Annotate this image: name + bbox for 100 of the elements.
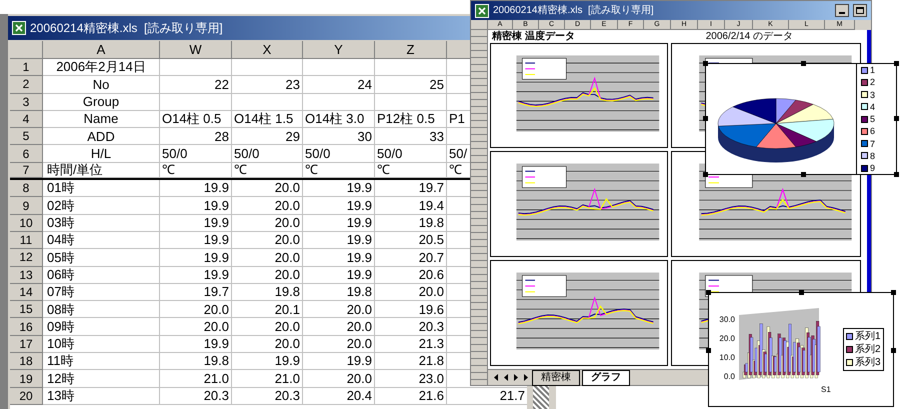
table-cell: 20.0 [303,336,375,354]
axis-tick-label: 10.0 [719,352,735,362]
resize-handle[interactable] [703,172,708,177]
column-header[interactable]: Y [303,41,375,59]
table-cell: 19.9 [160,180,232,198]
table-cell: 20.5 [375,232,447,250]
row-header[interactable]: 14 [10,284,43,302]
table-cell: 19.9 [160,197,232,215]
table-cell: 19.9 [160,266,232,284]
table-cell [232,94,303,111]
resize-handle[interactable] [891,348,896,353]
table-cell: O14柱 1.5 [232,110,303,128]
column-header[interactable]: X [232,41,303,59]
table-cell: ℃ [160,162,232,178]
row-header[interactable]: 11 [10,232,43,250]
table-cell: 04時 [43,232,160,250]
legend-label: 5 [870,114,876,124]
table-cell: 21.0 [232,370,303,388]
sheet-date: 2006/2/14 のデータ [706,32,793,42]
table-cell: 20.3 [232,388,303,405]
axis-label: S1 [821,384,831,394]
table-cell: 21.6 [375,388,447,405]
column-header[interactable]: A [43,41,160,59]
column-header[interactable]: Z [375,41,447,59]
resize-handle[interactable] [894,172,899,177]
table-cell [303,59,375,76]
table-cell: P12柱 0.5 [375,110,447,128]
table-cell: Group [43,94,160,111]
table-cell: 07時 [43,284,160,302]
table-cell [160,59,232,76]
row-header[interactable]: 17 [10,336,43,354]
row-header[interactable]: 8 [10,180,43,198]
table-cell: O14柱 3.0 [303,110,375,128]
table-cell: 12時 [43,370,160,388]
table-cell: 20.0 [232,232,303,250]
spreadsheet-icon [475,4,489,18]
row-header[interactable]: 18 [10,353,43,370]
resize-handle[interactable] [703,116,708,121]
table-cell: 20.0 [232,266,303,284]
row-header[interactable]: 1 [10,59,43,76]
row-header[interactable]: 5 [10,128,43,146]
minimize-button[interactable] [835,4,849,17]
table-cell: 19.9 [232,353,303,370]
table-cell: 19.9 [303,249,375,267]
table-cell: 20.6 [375,266,447,284]
row-header[interactable]: 2 [10,76,43,94]
table-cell: 21.7 [447,388,527,405]
table-cell: 20.0 [232,180,303,198]
table-cell: 19.8 [375,214,447,232]
resize-handle[interactable] [706,290,711,295]
table-cell [375,94,447,111]
row-header[interactable]: 12 [10,249,43,267]
chart-object[interactable]: 1 2 3 4 5 6 7 8 9 [705,63,897,175]
row-header[interactable]: 19 [10,370,43,388]
column-header[interactable]: W [160,41,232,59]
legend-label: 6 [870,126,876,136]
resize-handle[interactable] [801,172,806,177]
row-header[interactable]: 6 [10,145,43,163]
resize-handle[interactable] [703,61,708,66]
row-header[interactable]: 20 [10,388,43,405]
row-header[interactable]: 13 [10,266,43,284]
table-cell: 19.8 [303,284,375,302]
table-cell: 20.0 [232,197,303,215]
row-header[interactable]: 4 [10,110,43,128]
legend-label: 1 [870,65,876,75]
row-header[interactable]: 10 [10,214,43,232]
table-cell: H/L [43,145,160,163]
resize-handle[interactable] [799,290,804,295]
row-header[interactable]: 3 [10,94,43,111]
table-cell: 10時 [43,336,160,354]
table-cell: 09時 [43,318,160,336]
table-cell: 22 [160,76,232,94]
resize-handle[interactable] [706,348,711,353]
row-header[interactable]: 15 [10,301,43,318]
table-cell: 21.8 [375,353,447,370]
table-cell: Name [43,110,160,128]
table-cell: 19.8 [232,284,303,302]
table-cell: 19.8 [160,353,232,370]
table-cell: 11時 [43,353,160,370]
resize-handle[interactable] [894,116,899,121]
table-cell: 2006年2月14日 [43,59,160,76]
table-cell: 19.9 [303,180,375,198]
sheet-tab[interactable]: 精密棟 [532,370,580,386]
table-cell: 24 [303,76,375,94]
table-cell: 20.0 [303,318,375,336]
table-cell: ADD [43,128,160,146]
sheet-heading: 精密棟 温度データ [492,32,575,42]
row-header[interactable]: 16 [10,318,43,336]
table-cell: 21.0 [160,370,232,388]
table-cell: 19.4 [375,197,447,215]
table-cell: 01時 [43,180,160,198]
resize-handle[interactable] [891,290,896,295]
resize-handle[interactable] [894,61,899,66]
row-header[interactable]: 7 [10,162,43,178]
sheet-tab[interactable]: グラフ [582,370,630,386]
row-header[interactable]: 9 [10,197,43,215]
resize-handle[interactable] [801,61,806,66]
chart-object[interactable]: 30.0 20.0 10.0 0.0 S1 系列1 系列2 系列3 [708,292,894,407]
maximize-button[interactable] [853,4,867,17]
corner-cell[interactable] [10,41,43,59]
